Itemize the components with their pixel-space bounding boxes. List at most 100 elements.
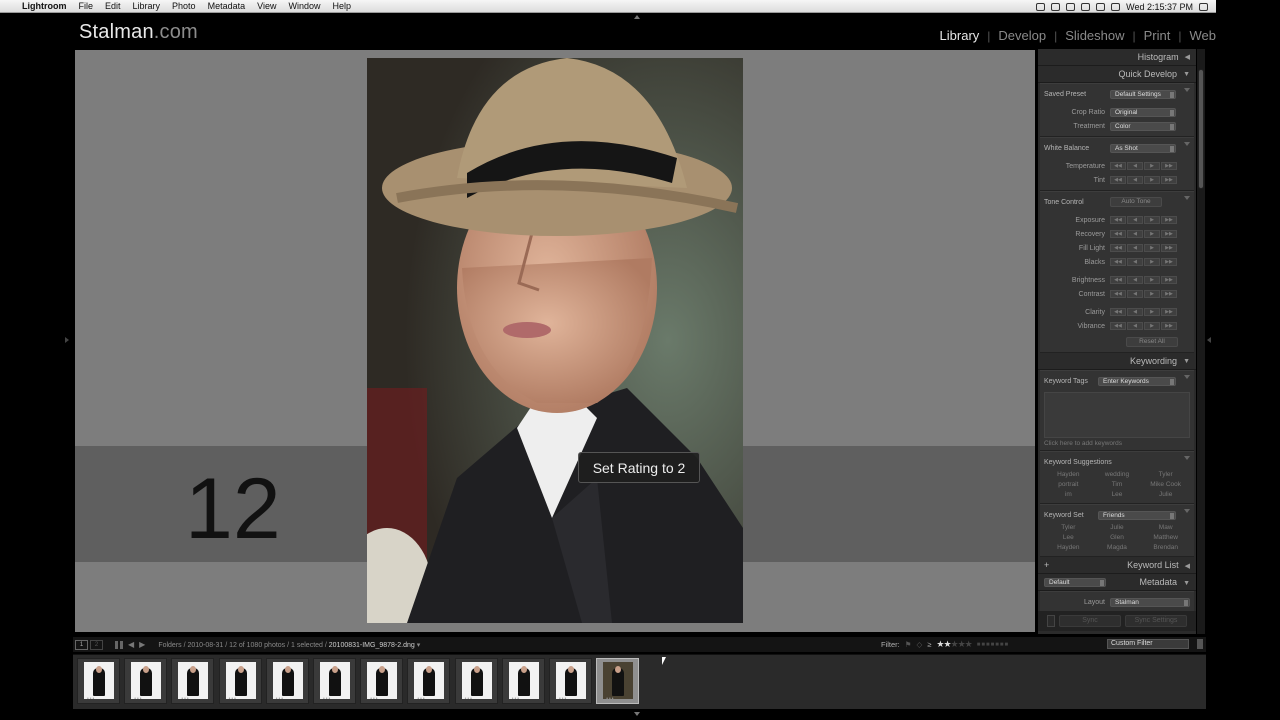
- menu-library[interactable]: Library: [133, 1, 161, 11]
- keyword-set-item[interactable]: Lee: [1044, 534, 1093, 541]
- menu-window[interactable]: Window: [288, 1, 320, 11]
- module-library[interactable]: Library: [940, 28, 980, 43]
- filmstrip[interactable]: ••• ••• ••• ••• ••• ••• ••• ••• ••• ••• ••• •••: [73, 654, 1206, 709]
- vibrance-stepper[interactable]: ◀◀ ◀ ▶ ▶▶: [1110, 322, 1177, 330]
- menu-photo[interactable]: Photo: [172, 1, 196, 11]
- suggestion-item[interactable]: wedding: [1093, 471, 1142, 478]
- module-web[interactable]: Web: [1190, 28, 1217, 43]
- suggestion-item[interactable]: Hayden: [1044, 471, 1093, 478]
- module-develop[interactable]: Develop: [998, 28, 1046, 43]
- reset-all-button[interactable]: Reset All: [1126, 337, 1178, 347]
- custom-filter-select[interactable]: Custom Filter: [1107, 639, 1189, 649]
- section-collapse-icon[interactable]: [1184, 456, 1190, 460]
- suggestion-item[interactable]: Julie: [1141, 491, 1190, 498]
- volume-icon[interactable]: [1111, 2, 1121, 11]
- section-collapse-icon[interactable]: [1184, 142, 1190, 146]
- suggestion-item[interactable]: Tim: [1093, 481, 1142, 488]
- forward-arrow-icon[interactable]: ▶: [139, 640, 145, 649]
- filter-lock-icon[interactable]: [1197, 639, 1203, 649]
- filmstrip-thumbnail[interactable]: •••: [454, 658, 498, 704]
- module-slideshow[interactable]: Slideshow: [1065, 28, 1124, 43]
- menu-view[interactable]: View: [257, 1, 276, 11]
- add-keyword-icon[interactable]: +: [1044, 560, 1049, 570]
- keyword-list-header[interactable]: + Keyword List ◀: [1038, 557, 1196, 574]
- blacks-stepper[interactable]: ◀◀ ◀ ▶ ▶▶: [1110, 258, 1177, 266]
- keyword-set-item[interactable]: Hayden: [1044, 544, 1093, 551]
- source-breadcrumb[interactable]: Folders / 2010-08-31 / 12 of 1080 photos…: [158, 641, 420, 649]
- sync-toggle-switch[interactable]: [1047, 615, 1055, 627]
- crop-ratio-select[interactable]: Original: [1110, 107, 1176, 117]
- filmstrip-thumbnail[interactable]: •••: [313, 658, 356, 704]
- color-label-filter[interactable]: ■■■■■■■: [977, 642, 1009, 648]
- keyword-set-item[interactable]: Julie: [1093, 524, 1142, 531]
- clarity-stepper[interactable]: ◀◀ ◀ ▶ ▶▶: [1110, 308, 1177, 316]
- layout-select[interactable]: Stalman: [1110, 597, 1190, 607]
- recovery-stepper[interactable]: ◀◀ ◀ ▶ ▶▶: [1110, 230, 1177, 238]
- back-arrow-icon[interactable]: ◀: [128, 640, 134, 649]
- rating-filter-stars[interactable]: ★★★★★: [936, 639, 972, 650]
- suggestion-item[interactable]: portrait: [1044, 481, 1093, 488]
- reject-filter-icon[interactable]: ◇: [916, 640, 922, 649]
- section-collapse-icon[interactable]: [1184, 375, 1190, 379]
- screen-icon[interactable]: [1036, 2, 1046, 11]
- module-print[interactable]: Print: [1144, 28, 1171, 43]
- saved-preset-select[interactable]: Default Settings: [1110, 89, 1176, 99]
- suggestion-item[interactable]: im: [1044, 491, 1093, 498]
- menu-file[interactable]: File: [79, 1, 94, 11]
- exposure-stepper[interactable]: ◀◀ ◀ ▶ ▶▶: [1110, 216, 1177, 224]
- keyword-set-select[interactable]: Friends: [1098, 510, 1176, 520]
- keyword-set-item[interactable]: Maw: [1141, 524, 1190, 531]
- filmstrip-thumbnail[interactable]: •••: [218, 658, 262, 704]
- bluetooth-icon[interactable]: [1051, 2, 1061, 11]
- histogram-header[interactable]: Histogram ◀: [1038, 49, 1196, 66]
- filmstrip-thumbnail[interactable]: •••: [171, 658, 215, 704]
- bottom-panel-toggle-icon[interactable]: [634, 712, 640, 716]
- fill-light-stepper[interactable]: ◀◀ ◀ ▶ ▶▶: [1110, 244, 1177, 252]
- suggestion-item[interactable]: Mike Cook: [1141, 481, 1190, 488]
- filmstrip-thumbnail[interactable]: •••: [124, 658, 168, 704]
- keyword-set-item[interactable]: Glen: [1093, 534, 1142, 541]
- wifi-icon[interactable]: [1081, 2, 1091, 11]
- section-collapse-icon[interactable]: [1184, 509, 1190, 513]
- keywording-header[interactable]: Keywording ▼: [1038, 353, 1196, 370]
- right-panel-scrollbar[interactable]: [1197, 49, 1205, 634]
- sync-button[interactable]: Sync: [1059, 615, 1121, 627]
- main-photo[interactable]: [367, 58, 743, 623]
- flag-filter-icon[interactable]: ⚑: [905, 640, 912, 649]
- menu-metadata[interactable]: Metadata: [208, 1, 246, 11]
- filmstrip-thumbnail[interactable]: •••: [265, 658, 309, 704]
- metadata-preset-select[interactable]: Default: [1044, 577, 1106, 587]
- battery-icon[interactable]: [1096, 2, 1106, 11]
- metadata-header[interactable]: Default Metadata ▼: [1038, 574, 1196, 591]
- filmstrip-thumbnail[interactable]: •••: [549, 658, 592, 704]
- filmstrip-thumbnail[interactable]: •••: [77, 658, 120, 704]
- quick-develop-header[interactable]: Quick Develop ▼: [1038, 66, 1196, 83]
- loupe-view[interactable]: 12 Set Rating to 2: [75, 50, 1035, 632]
- primary-window-button[interactable]: 1: [75, 639, 88, 650]
- filmstrip-thumbnail[interactable]: •••: [407, 658, 451, 704]
- top-panel-toggle-icon[interactable]: [634, 15, 640, 19]
- brightness-stepper[interactable]: ◀◀ ◀ ▶ ▶▶: [1110, 276, 1177, 284]
- keyword-entry-box[interactable]: [1044, 392, 1190, 438]
- menu-clock[interactable]: Wed 2:15:37 PM: [1126, 2, 1193, 12]
- auto-tone-button[interactable]: Auto Tone: [1110, 197, 1162, 207]
- keyword-hint[interactable]: Click here to add keywords: [1044, 440, 1190, 447]
- white-balance-select[interactable]: As Shot: [1110, 143, 1176, 153]
- spotlight-icon[interactable]: [1199, 2, 1208, 11]
- section-collapse-icon[interactable]: [1184, 88, 1190, 92]
- temperature-stepper[interactable]: ◀◀ ◀ ▶ ▶▶: [1110, 162, 1177, 170]
- menu-app-name[interactable]: Lightroom: [22, 1, 67, 11]
- filmstrip-thumbnail[interactable]: •••: [596, 658, 640, 704]
- filmstrip-thumbnail[interactable]: •••: [501, 658, 545, 704]
- contrast-stepper[interactable]: ◀◀ ◀ ▶ ▶▶: [1110, 290, 1177, 298]
- keyword-set-item[interactable]: Tyler: [1044, 524, 1093, 531]
- suggestion-item[interactable]: Tyler: [1141, 471, 1190, 478]
- right-panel-toggle-icon[interactable]: [1207, 337, 1211, 343]
- tint-stepper[interactable]: ◀◀ ◀ ▶ ▶▶: [1110, 176, 1177, 184]
- grid-view-icon[interactable]: [115, 640, 123, 649]
- menu-edit[interactable]: Edit: [105, 1, 121, 11]
- scrollbar-thumb[interactable]: [1198, 69, 1204, 189]
- rating-operator[interactable]: ≥: [927, 640, 931, 649]
- section-collapse-icon[interactable]: [1184, 196, 1190, 200]
- secondary-window-button[interactable]: 2: [90, 639, 103, 650]
